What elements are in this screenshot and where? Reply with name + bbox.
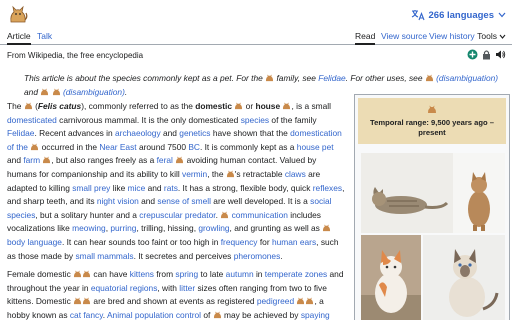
cat-emoji-icon [221, 211, 229, 218]
cat-emoji-icon [226, 170, 234, 178]
link-claws[interactable]: claws [285, 169, 306, 179]
link-genetics[interactable]: genetics [179, 128, 210, 138]
link-cat-fancy[interactable]: cat fancy [70, 310, 103, 320]
link-near-east[interactable]: Near East [99, 142, 136, 152]
cat-emoji-icon [52, 88, 60, 96]
link-temperate-zones[interactable]: temperate zones [265, 269, 327, 279]
link-vermin[interactable]: vermin [182, 169, 207, 179]
link-domesticated[interactable]: domesticated [7, 115, 57, 125]
link-spring[interactable]: spring [175, 269, 198, 279]
link-spaying[interactable]: spaying [301, 310, 330, 320]
infobox: Temporal range: 9,500 years ago – presen… [354, 94, 510, 320]
link-animal-population-control[interactable]: Animal population control [107, 310, 201, 320]
good-article-plus-icon[interactable] [467, 49, 478, 60]
cat-emoji-icon [176, 156, 184, 164]
hatnote-text: . For other uses, see [345, 73, 423, 83]
page-tabs: Article Talk Read View source View histo… [0, 28, 512, 45]
cat-emoji-icon [235, 102, 243, 110]
hatnote-text: and [24, 87, 38, 97]
cat-emoji-icon [41, 88, 49, 96]
cat-emoji-title-icon [10, 5, 28, 23]
lock-icon[interactable] [482, 49, 491, 60]
cat-emoji-icon [83, 297, 91, 305]
link-mice[interactable]: mice [128, 183, 146, 193]
link-litter[interactable]: litter [179, 283, 195, 293]
cat-emoji-icon [24, 102, 32, 110]
link-communication[interactable]: communication [232, 210, 288, 220]
link-bc[interactable]: BC [188, 142, 200, 152]
link-reflexes[interactable]: reflexes [313, 183, 342, 193]
link-night-vision[interactable]: night vision [97, 196, 139, 206]
link-pedigreed[interactable]: pedigreed [257, 296, 294, 306]
bold-house: house [255, 101, 281, 111]
link-disambiguation-2[interactable]: (disambiguation) [63, 87, 125, 97]
link-archaeology[interactable]: archaeology [115, 128, 161, 138]
link-disambiguation[interactable]: (disambiguation) [436, 73, 498, 83]
link-body-language[interactable]: body language [7, 237, 62, 247]
link-farm[interactable]: farm [23, 155, 40, 165]
scientific-name: Felis catus [37, 101, 82, 111]
cat-photo-calico[interactable] [361, 235, 421, 320]
link-rats[interactable]: rats [164, 183, 178, 193]
link-kittens[interactable]: kittens [130, 269, 154, 279]
paragraph-2: Female domestic can have kittens from sp… [7, 269, 344, 320]
page-status-icons [467, 49, 506, 60]
link-house-pet[interactable]: house pet [297, 142, 334, 152]
link-growling[interactable]: growling [198, 223, 229, 233]
link-small-mammals[interactable]: small mammals [75, 251, 133, 261]
temporal-range: Temporal range: 9,500 years ago – presen… [370, 117, 494, 137]
hatnote-text: This article is about the species common… [24, 73, 263, 83]
cat-emoji-icon [83, 270, 91, 278]
cat-emoji-icon [323, 224, 331, 232]
cat-photo-siamese[interactable] [423, 235, 505, 320]
link-pheromones[interactable]: pheromones [234, 251, 281, 261]
link-felidae[interactable]: Felidae [7, 128, 34, 138]
languages-label: 266 languages [428, 9, 494, 21]
link-human-ears[interactable]: human ears [272, 237, 316, 247]
link-felidae[interactable]: Felidae [318, 73, 345, 83]
link-meowing[interactable]: meowing [72, 223, 106, 233]
cat-emoji-icon [425, 74, 433, 82]
chevron-down-icon [498, 12, 506, 18]
link-feral[interactable]: feral [157, 155, 173, 165]
tab-talk[interactable]: Talk [37, 31, 52, 41]
cat-emoji-icon [213, 311, 221, 319]
article-body: The (Felis catus), commonly referred to … [7, 100, 347, 320]
tools-menu-button[interactable]: Tools [477, 31, 506, 41]
translate-icon [411, 10, 425, 21]
link-crepuscular-predator[interactable]: crepuscular predator [139, 210, 215, 220]
cat-emoji-icon [74, 297, 82, 305]
chevron-down-icon [499, 34, 506, 39]
link-small-prey[interactable]: small prey [72, 183, 110, 193]
tab-article[interactable]: Article [7, 31, 31, 45]
cat-emoji-icon [297, 297, 305, 305]
languages-button[interactable]: 266 languages [411, 5, 506, 25]
bold-domestic: domestic [195, 101, 233, 111]
cat-emoji-icon [266, 74, 274, 82]
tools-label: Tools [477, 31, 497, 41]
link-frequency[interactable]: frequency [221, 237, 258, 247]
link-autumn[interactable]: autumn [226, 269, 254, 279]
cat-emoji-icon [428, 105, 436, 113]
tab-read[interactable]: Read [355, 31, 376, 45]
tagline: From Wikipedia, the free encyclopedia [7, 51, 144, 60]
cat-emoji-icon [31, 143, 39, 150]
link-sense-of-smell[interactable]: sense of smell [157, 196, 211, 206]
top-bar: 266 languages [0, 0, 512, 30]
hatnote-text: . [124, 87, 128, 97]
hatnote-text: family, see [276, 73, 316, 83]
link-equatorial-regions[interactable]: equatorial regions [91, 283, 158, 293]
infobox-header: Temporal range: 9,500 years ago – presen… [358, 98, 506, 144]
link-purring[interactable]: purring [110, 223, 136, 233]
link-species[interactable]: species [241, 115, 269, 125]
paragraph-1: The (Felis catus), commonly referred to … [7, 101, 345, 261]
cat-emoji-icon [74, 270, 82, 278]
listen-audio-icon[interactable] [495, 49, 506, 60]
cat-photo-montage-top[interactable] [361, 153, 505, 233]
tab-view-history[interactable]: View history [429, 31, 475, 41]
tab-view-source[interactable]: View source [381, 31, 427, 41]
